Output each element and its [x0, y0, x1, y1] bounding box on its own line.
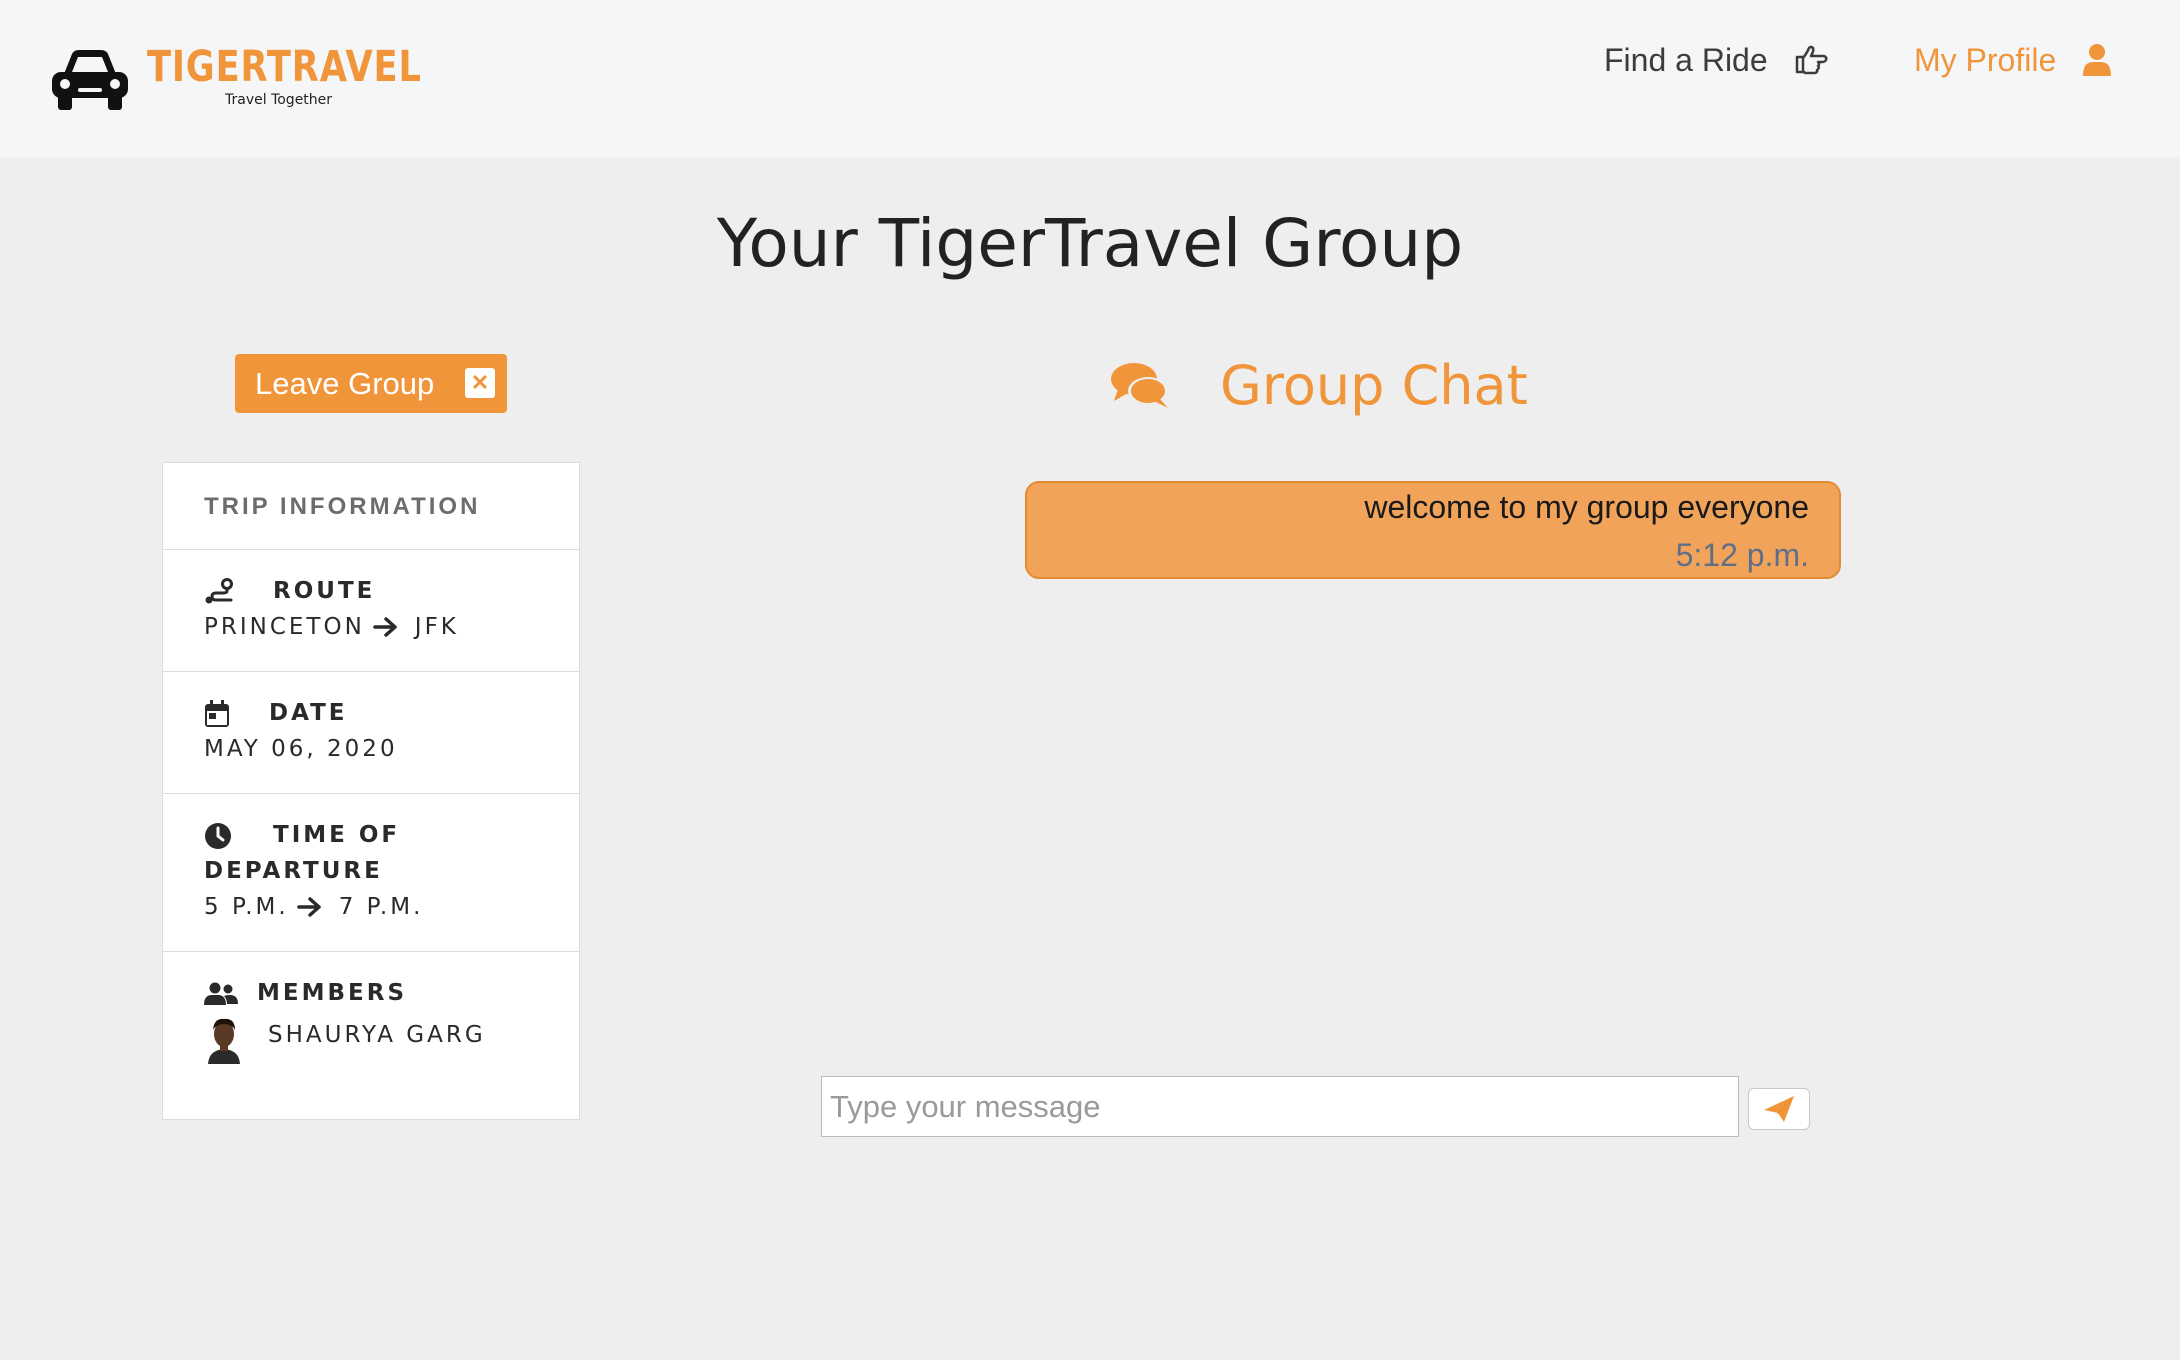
group-chat-title: Group Chat — [1220, 353, 1528, 417]
time-section: TIME OF DEPARTURE 5 P.M. 7 P.M. — [163, 794, 579, 952]
nav-my-profile-link[interactable]: My Profile — [1914, 38, 2112, 82]
route-section: ROUTE PRINCETON JFK — [163, 550, 579, 672]
calendar-icon — [205, 700, 229, 727]
nav-find-ride-label: Find a Ride — [1604, 41, 1768, 78]
route-label: ROUTE — [273, 578, 376, 604]
message-time: 5:12 p.m. — [1675, 537, 1809, 573]
hand-point-right-icon — [1795, 45, 1828, 75]
time-to: 7 P.M. — [338, 894, 424, 920]
page-title: Your TigerTravel Group — [716, 205, 1464, 282]
arrow-right-icon — [296, 896, 323, 918]
comments-icon — [1111, 363, 1168, 408]
date-value: MAY 06, 2020 — [204, 736, 398, 762]
nav-my-profile-label: My Profile — [1914, 41, 2057, 78]
members-label: MEMBERS — [257, 980, 408, 1006]
trip-information-card: TRIP INFORMATION ROUTE PRINCETON JFK DAT… — [162, 462, 580, 1120]
send-message-button[interactable] — [1748, 1088, 1810, 1130]
brand-logo[interactable]: TIGERTRAVEL Travel Together — [50, 40, 422, 120]
users-icon — [204, 982, 238, 1005]
date-section: DATE MAY 06, 2020 — [163, 672, 579, 794]
brand-name: TIGERTRAVEL — [147, 42, 422, 92]
time-label-line1: TIME OF — [273, 822, 401, 848]
route-from: PRINCETON — [204, 614, 365, 640]
time-value: 5 P.M. 7 P.M. — [204, 894, 423, 920]
leave-group-label: Leave Group — [255, 365, 435, 401]
date-label: DATE — [269, 700, 348, 726]
brand-tagline: Travel Together — [225, 92, 333, 108]
members-section: MEMBERS SHAURYA GARG — [163, 952, 579, 1120]
user-icon — [2083, 44, 2112, 76]
car-icon — [52, 50, 128, 110]
message-input[interactable] — [821, 1076, 1739, 1137]
arrow-right-icon — [373, 616, 399, 638]
clock-icon — [205, 823, 231, 849]
close-square-icon: ✕ — [465, 368, 495, 398]
route-value: PRINCETON JFK — [204, 614, 459, 640]
navbar: TIGERTRAVEL Travel Together Find a Ride … — [0, 0, 2180, 157]
leave-group-button[interactable]: Leave Group ✕ — [235, 354, 507, 413]
time-label-line2: DEPARTURE — [204, 858, 383, 884]
trip-card-title: TRIP INFORMATION — [204, 493, 481, 520]
route-icon — [205, 578, 233, 604]
nav-find-ride-link[interactable]: Find a Ride — [1604, 38, 1828, 82]
avatar — [204, 1016, 244, 1064]
member-item[interactable]: SHAURYA GARG — [204, 1016, 544, 1066]
member-name: SHAURYA GARG — [268, 1022, 486, 1048]
message-text: welcome to my group everyone — [1364, 489, 1809, 525]
chat-message: welcome to my group everyone 5:12 p.m. — [1025, 481, 1841, 579]
trip-card-header: TRIP INFORMATION — [163, 463, 579, 550]
time-from: 5 P.M. — [204, 894, 289, 920]
group-chat-heading: Group Chat — [1110, 350, 1528, 420]
route-to: JFK — [414, 614, 459, 640]
paper-plane-icon — [1764, 1096, 1794, 1122]
